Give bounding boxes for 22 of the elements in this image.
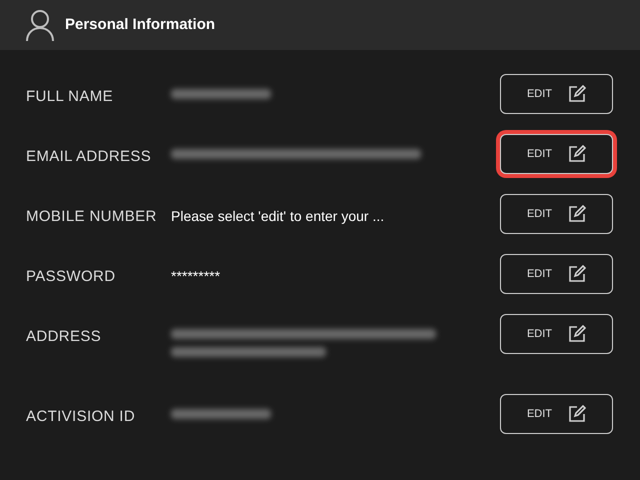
field-label: PASSWORD — [25, 267, 116, 287]
edit-button[interactable]: EDIT — [500, 314, 613, 354]
field-label: EMAIL ADDRESS — [25, 147, 152, 167]
edit-button[interactable]: EDIT — [500, 74, 613, 114]
field-label: ADDRESS — [25, 327, 102, 347]
header-title: Personal Information — [65, 14, 216, 35]
edit-icon — [568, 205, 586, 223]
user-icon — [25, 9, 55, 41]
edit-icon — [568, 325, 586, 343]
edit-icon — [568, 145, 586, 163]
edit-button[interactable]: EDIT — [500, 394, 613, 434]
edit-button[interactable]: EDIT — [500, 254, 613, 294]
field-label: MOBILE NUMBER — [25, 207, 158, 227]
edit-button[interactable]: EDIT — [500, 134, 613, 174]
edit-icon — [568, 405, 586, 423]
edit-button[interactable]: EDIT — [500, 194, 613, 234]
field-value: ********* — [171, 268, 220, 284]
edit-icon — [568, 265, 586, 283]
edit-icon — [568, 85, 586, 103]
field-label: FULL NAME — [25, 87, 114, 107]
field-label: ACTIVISION ID — [25, 407, 136, 427]
field-value: Please select 'edit' to enter your ... — [171, 208, 384, 224]
